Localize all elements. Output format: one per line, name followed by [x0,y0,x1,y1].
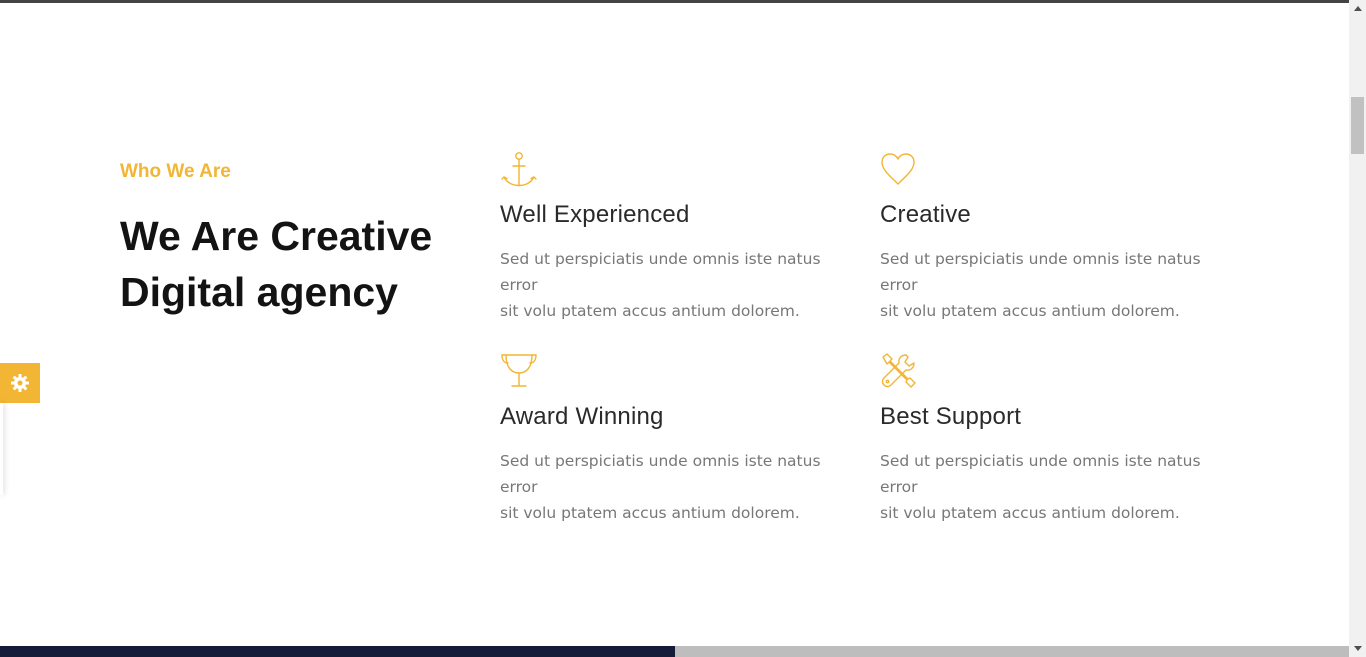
feature-desc-line: sit volu ptatem accus antium dolorem. [500,302,800,320]
feature-title: Well Experienced [500,201,690,228]
settings-toggle-button[interactable] [0,363,40,403]
settings-panel-edge [0,403,3,495]
feature-creative: Creative Sed ut perspiciatis unde omnis … [880,150,1240,324]
feature-well-experienced: Well Experienced Sed ut perspiciatis und… [500,150,860,324]
feature-desc-line: Sed ut perspiciatis unde omnis iste natu… [880,452,1201,496]
next-section-grey [675,646,1349,657]
heart-icon [880,150,920,190]
feature-title: Best Support [880,403,1022,430]
about-intro: Who We Are We Are Creative Digital agenc… [120,160,480,320]
headline-line-2: Digital agency [120,269,398,315]
feature-description: Sed ut perspiciatis unde omnis iste natu… [500,448,860,526]
section-eyebrow: Who We Are [120,161,231,182]
next-section-dark [0,646,675,657]
section-headline: We Are Creative Digital agency [120,208,480,320]
gear-icon [11,374,29,392]
feature-best-support: Best Support Sed ut perspiciatis unde om… [880,352,1240,526]
feature-desc-line: sit volu ptatem accus antium dolorem. [880,302,1180,320]
feature-desc-line: Sed ut perspiciatis unde omnis iste natu… [500,452,821,496]
anchor-icon [500,150,540,190]
scrollbar-thumb[interactable] [1351,97,1364,154]
vertical-scrollbar[interactable] [1349,0,1366,657]
headline-line-1: We Are Creative [120,213,433,259]
feature-title: Award Winning [500,403,664,430]
feature-description: Sed ut perspiciatis unde omnis iste natu… [500,246,860,324]
feature-description: Sed ut perspiciatis unde omnis iste natu… [880,246,1240,324]
feature-desc-line: sit volu ptatem accus antium dolorem. [500,504,800,522]
trophy-icon [500,352,540,392]
feature-title: Creative [880,201,971,228]
tools-icon [880,352,920,392]
feature-award-winning: Award Winning Sed ut perspiciatis unde o… [500,352,860,526]
scroll-up-arrow-icon[interactable] [1349,0,1366,17]
top-border [0,0,1349,3]
feature-desc-line: Sed ut perspiciatis unde omnis iste natu… [500,250,821,294]
feature-desc-line: Sed ut perspiciatis unde omnis iste natu… [880,250,1201,294]
feature-description: Sed ut perspiciatis unde omnis iste natu… [880,448,1240,526]
scroll-down-arrow-icon[interactable] [1349,640,1366,657]
feature-desc-line: sit volu ptatem accus antium dolorem. [880,504,1180,522]
